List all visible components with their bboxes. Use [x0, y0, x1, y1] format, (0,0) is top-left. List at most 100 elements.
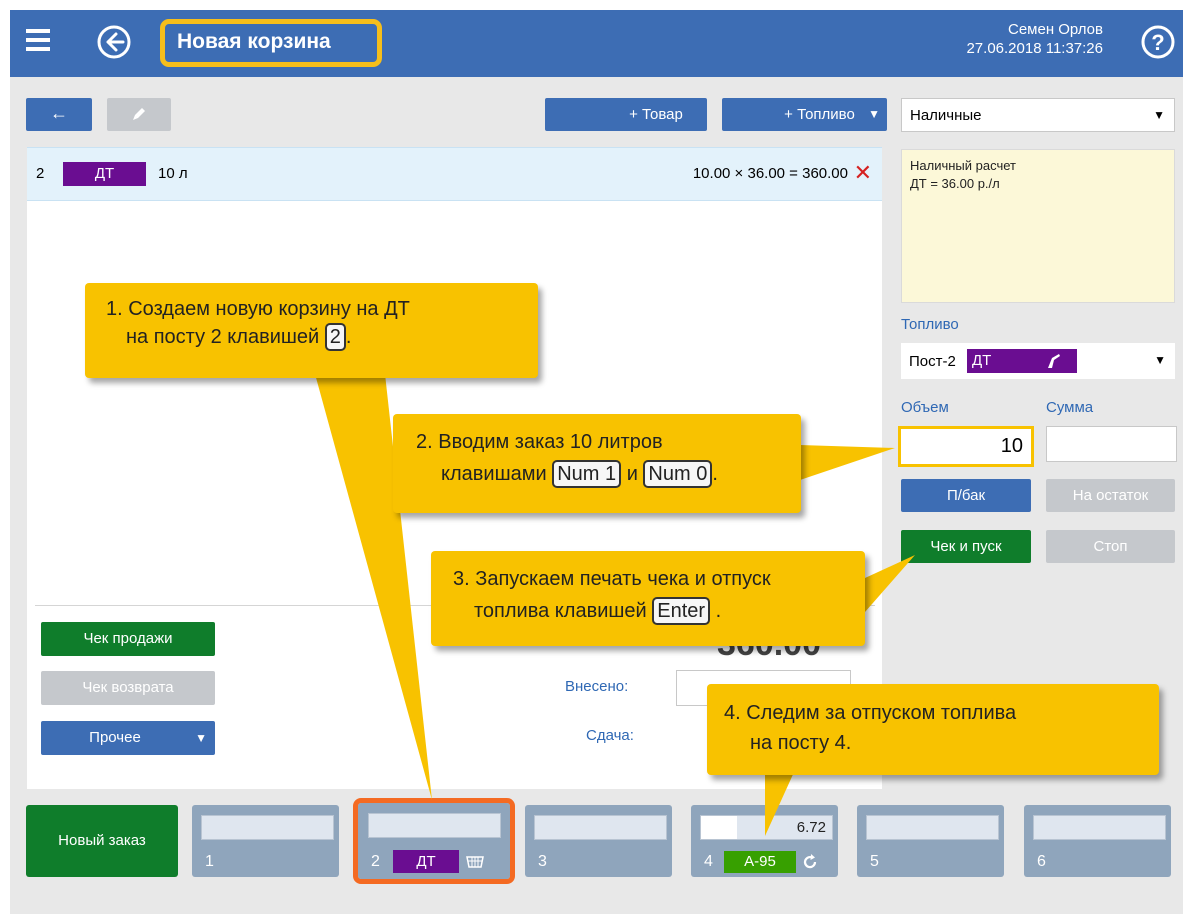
callout-2-text: клавишами: [441, 463, 547, 485]
post-number: 3: [538, 853, 547, 870]
callout-3-line-1: 3. Запускаем печать чека и отпуск: [453, 568, 771, 590]
chevron-down-icon: ▼: [195, 731, 207, 745]
check-start-button[interactable]: Чек и пуск: [901, 530, 1031, 563]
callout-1-line-1: 1. Создаем новую корзину на ДТ: [106, 298, 410, 320]
back-arrow: ←: [50, 103, 68, 123]
callout-2-and: и: [626, 463, 638, 485]
sum-label: Сумма: [1046, 399, 1094, 416]
sale-receipt-button[interactable]: Чек продажи: [41, 622, 215, 656]
post-display: [534, 815, 667, 840]
post-tile-4[interactable]: 6.72 4 А-95: [691, 805, 838, 877]
paid-label: Внесено:: [565, 678, 629, 695]
callout-2-line-2: клавишами Num 1 и Num 0.: [416, 460, 801, 488]
callout-3-line-2: топлива клавишей Enter .: [453, 597, 865, 625]
key-num0: Num 0: [643, 460, 713, 488]
full-tank-button[interactable]: П/бак: [901, 479, 1031, 512]
post-display: 6.72: [700, 815, 833, 840]
return-receipt-button[interactable]: Чек возврата: [41, 671, 215, 705]
callout-1-line-2: на посту 2 клавишей 2.: [106, 323, 538, 351]
callout-3-text: топлива клавишей: [474, 600, 647, 622]
key-enter: Enter: [652, 597, 711, 625]
post-display: [368, 813, 501, 838]
callout-1-text: на посту 2 клавишей: [126, 326, 320, 348]
post-number: 6: [1037, 853, 1046, 870]
key-2: 2: [324, 323, 346, 351]
header-bar: Новая корзина Семен Орлов 27.06.2018 11:…: [10, 10, 1183, 77]
other-button[interactable]: Прочее ▼: [41, 721, 215, 755]
datetime: 27.06.2018 11:37:26: [966, 40, 1103, 57]
new-order-button[interactable]: Новый заказ: [26, 805, 178, 877]
callout-2-end: .: [712, 463, 718, 485]
add-fuel-label: + Топливо: [784, 106, 855, 123]
basket-icon: [466, 856, 484, 868]
dispensed-value: 6.72: [796, 819, 826, 836]
post-tile-3[interactable]: 3: [525, 805, 672, 877]
remainder-button[interactable]: На остаток: [1046, 479, 1175, 512]
fuel-badge-dt: ДТ: [393, 850, 459, 873]
post-display: [866, 815, 999, 840]
delete-icon[interactable]: ✕: [854, 160, 872, 186]
menu-icon[interactable]: [22, 24, 56, 58]
stop-label: Стоп: [1093, 538, 1128, 555]
sale-receipt-label: Чек продажи: [83, 630, 173, 647]
callout-4-line-2: на посту 4.: [750, 732, 852, 754]
stop-button[interactable]: Стоп: [1046, 530, 1175, 563]
payment-note: Наличный расчет ДТ = 36.00 р./л: [901, 149, 1175, 303]
callout-3-end: .: [715, 600, 722, 622]
post-tile-2[interactable]: 2 ДТ: [353, 798, 515, 884]
note-line-1: Наличный расчет: [910, 158, 1016, 173]
post-tile-5[interactable]: 5: [857, 805, 1004, 877]
callout-2-line-1: 2. Вводим заказ 10 литров: [416, 431, 663, 453]
volume-label: Объем: [901, 399, 949, 416]
post-display: [1033, 815, 1166, 840]
chevron-down-icon: ▼: [1154, 353, 1166, 367]
back-circle-icon[interactable]: [96, 24, 132, 60]
add-goods-label: + Товар: [629, 106, 683, 123]
chevron-down-icon: ▼: [1153, 108, 1165, 122]
fuel-label: Топливо: [901, 316, 959, 333]
callout-3: 3. Запускаем печать чека и отпуск топлив…: [431, 551, 865, 646]
add-fuel-button[interactable]: + Топливо ▼: [722, 98, 887, 131]
change-label: Сдача:: [586, 727, 634, 744]
key-num1: Num 1: [552, 460, 622, 488]
page-title-highlight: Новая корзина: [160, 19, 382, 67]
payment-method-select[interactable]: Наличные ▼: [901, 98, 1175, 132]
user-info: Семен Орлов 27.06.2018 11:37:26: [966, 20, 1103, 58]
note-line-2: ДТ = 36.00 р./л: [910, 176, 1000, 191]
post-number: 1: [205, 853, 214, 870]
order-qty: 10 л: [158, 165, 188, 182]
payment-method-value: Наличные: [910, 107, 982, 124]
return-receipt-label: Чек возврата: [82, 679, 174, 696]
edit-button[interactable]: [107, 98, 171, 131]
sum-input[interactable]: [1046, 426, 1177, 462]
fuel-post-select[interactable]: Пост-2 ДТ ▼: [901, 343, 1175, 379]
post-tile-6[interactable]: 6: [1024, 805, 1171, 877]
fuel-badge-dt: ДТ: [63, 162, 146, 186]
fuel-post-value: Пост-2: [909, 353, 956, 370]
help-glyph: ?: [1151, 30, 1164, 55]
post-number: 4: [704, 853, 713, 870]
back-button[interactable]: ←: [26, 98, 92, 131]
post-number: 5: [870, 853, 879, 870]
add-goods-button[interactable]: + Товар: [545, 98, 707, 131]
remainder-label: На остаток: [1072, 487, 1149, 504]
refresh-icon: [803, 854, 817, 869]
post-tile-1[interactable]: 1: [192, 805, 339, 877]
other-label: Прочее: [89, 729, 141, 746]
page-title: Новая корзина: [177, 30, 331, 53]
pencil-icon: [133, 108, 145, 120]
volume-input[interactable]: 10: [898, 426, 1034, 467]
chevron-down-icon: ▼: [868, 107, 880, 121]
order-row[interactable]: 2 ДТ 10 л 10.00 × 36.00 = 360.00 ✕: [27, 147, 882, 201]
callout-4: 4. Следим за отпуском топлива на посту 4…: [707, 684, 1159, 775]
volume-value: 10: [1000, 435, 1023, 457]
check-start-label: Чек и пуск: [930, 538, 1002, 555]
fuel-badge-label: ДТ: [972, 352, 992, 369]
full-tank-label: П/бак: [946, 487, 986, 504]
help-icon[interactable]: ?: [1140, 24, 1176, 60]
post-display: [201, 815, 334, 840]
nozzle-icon: [1048, 354, 1060, 368]
callout-4-line-1: 4. Следим за отпуском топлива: [724, 702, 1017, 724]
new-order-label: Новый заказ: [58, 832, 146, 849]
order-formula: 10.00 × 36.00 = 360.00: [692, 165, 848, 182]
